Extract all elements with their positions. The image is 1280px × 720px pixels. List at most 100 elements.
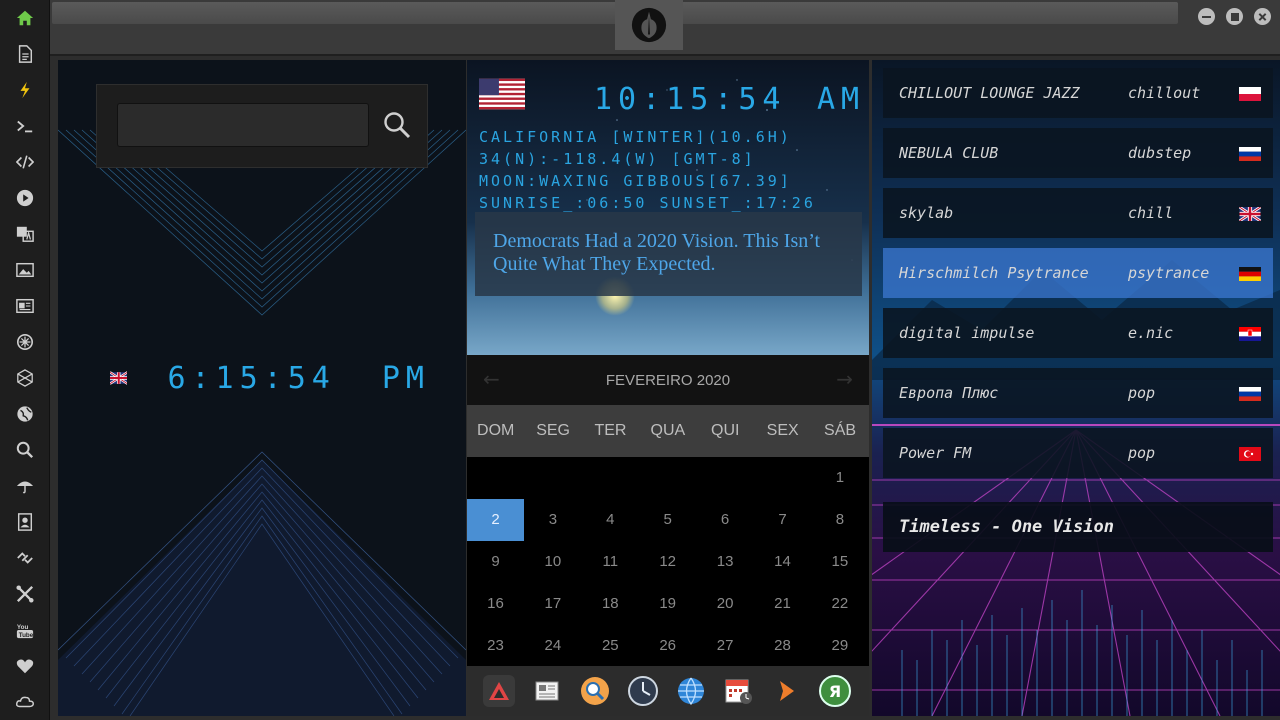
now-playing-bar[interactable]: Timeless - One Vision: [883, 502, 1273, 552]
calendar-day[interactable]: 10: [524, 541, 581, 583]
tools-icon[interactable]: [13, 582, 37, 606]
calendar-day[interactable]: 29: [811, 625, 868, 667]
uk-ampm: PM: [381, 360, 430, 396]
calendar-day[interactable]: 22: [811, 583, 868, 625]
terminal-icon[interactable]: [13, 114, 37, 138]
station-name: CHILLOUT LOUNGE JAZZ: [899, 84, 1080, 102]
coordinates-line: 34(N):-118.4(W) [GMT-8]: [479, 150, 756, 168]
document-icon[interactable]: [13, 42, 37, 66]
calendar-day[interactable]: 23: [467, 625, 524, 667]
lightning-icon[interactable]: [13, 78, 37, 102]
newspaper-icon[interactable]: [13, 294, 37, 318]
station-row[interactable]: NEBULA CLUB dubstep: [883, 128, 1273, 178]
calendar-day[interactable]: 9: [467, 541, 524, 583]
youtube-icon[interactable]: You Tube: [13, 618, 37, 642]
calendar-day[interactable]: 12: [639, 541, 696, 583]
search-app-icon[interactable]: [579, 675, 611, 707]
calendar-day[interactable]: 19: [639, 583, 696, 625]
calendar-day[interactable]: 14: [754, 541, 811, 583]
home-icon[interactable]: [13, 6, 37, 30]
triangle-app-icon[interactable]: [483, 675, 515, 707]
turkey-flag-icon: [1239, 446, 1261, 461]
weekday-label: SÁB: [824, 422, 857, 439]
calendar-day[interactable]: 20: [697, 583, 754, 625]
logo-tab[interactable]: [615, 0, 683, 50]
station-genre: psytrance: [1128, 264, 1210, 282]
calendar-header: ← FEVEREIRO 2020 →: [467, 355, 869, 405]
calendar-day[interactable]: 7: [754, 499, 811, 541]
translate-icon[interactable]: [13, 222, 37, 246]
station-row[interactable]: CHILLOUT LOUNGE JAZZ chillout: [883, 68, 1273, 118]
station-name: Hirschmilch Psytrance: [899, 264, 1089, 282]
svg-text:Tube: Tube: [19, 632, 34, 639]
calendar-day[interactable]: 16: [467, 583, 524, 625]
calendar-day[interactable]: 1: [811, 457, 868, 499]
calendar-day[interactable]: 24: [524, 625, 581, 667]
calendar-day[interactable]: 13: [697, 541, 754, 583]
calendar-app-icon[interactable]: [723, 675, 755, 707]
search-panel: [96, 84, 428, 168]
app-dock: Я: [467, 666, 869, 716]
settings-badge-icon[interactable]: [13, 330, 37, 354]
code-icon[interactable]: [13, 150, 37, 174]
calendar-day[interactable]: 8: [811, 499, 868, 541]
calendar-day[interactable]: 3: [524, 499, 581, 541]
station-name: skylab: [899, 204, 954, 222]
station-row[interactable]: skylab chill: [883, 188, 1273, 238]
calendar-day[interactable]: 25: [582, 625, 639, 667]
minimize-button[interactable]: [1198, 8, 1215, 25]
station-genre: pop: [1128, 444, 1156, 462]
calendar-day[interactable]: 28: [754, 625, 811, 667]
yandex-app-icon[interactable]: Я: [819, 675, 851, 707]
globe-app-icon[interactable]: [675, 675, 707, 707]
news-app-icon[interactable]: [531, 675, 563, 707]
prev-month-button[interactable]: ←: [483, 367, 500, 391]
globe-icon[interactable]: [13, 402, 37, 426]
hexagon-icon[interactable]: [13, 366, 37, 390]
calendar-day[interactable]: 5: [639, 499, 696, 541]
poland-flag-icon: [1239, 86, 1261, 101]
link-icon[interactable]: [13, 546, 37, 570]
us-flag-icon: [479, 78, 525, 110]
us-ampm: AM: [817, 82, 866, 117]
cloud-icon[interactable]: [13, 690, 37, 714]
umbrella-icon[interactable]: [13, 474, 37, 498]
weekday-label: TER: [594, 422, 627, 439]
station-genre: chillout: [1128, 84, 1201, 102]
search-input[interactable]: [117, 103, 369, 147]
heart-icon[interactable]: [13, 654, 37, 678]
station-genre: dubstep: [1128, 144, 1192, 162]
station-row[interactable]: Hirschmilch Psytrance psytrance: [883, 248, 1273, 298]
station-name: digital impulse: [899, 324, 1035, 342]
maximize-button[interactable]: [1226, 8, 1243, 25]
next-month-button[interactable]: →: [836, 367, 853, 391]
news-headline[interactable]: Democrats Had a 2020 Vision. This Isn’t …: [475, 212, 862, 296]
clock-app-icon[interactable]: [627, 675, 659, 707]
play-icon[interactable]: [13, 186, 37, 210]
station-row[interactable]: Power FM pop: [883, 428, 1273, 478]
contacts-icon[interactable]: [13, 510, 37, 534]
uk-flag-icon: [1238, 205, 1262, 223]
search-icon[interactable]: [13, 438, 37, 462]
calendar-day[interactable]: 27: [697, 625, 754, 667]
close-button[interactable]: [1254, 8, 1271, 25]
magnifier-icon: [384, 112, 411, 139]
calendar-day[interactable]: 15: [811, 541, 868, 583]
station-genre: chill: [1128, 204, 1174, 222]
search-button[interactable]: [379, 107, 415, 143]
calendar-day[interactable]: 6: [697, 499, 754, 541]
calendar-day[interactable]: 26: [639, 625, 696, 667]
calendar-day[interactable]: 17: [524, 583, 581, 625]
now-playing-title: Timeless - One Vision: [899, 517, 1114, 537]
calendar-day-selected[interactable]: 2: [467, 499, 524, 541]
arrow-app-icon[interactable]: [771, 675, 803, 707]
station-name: Power FM: [899, 444, 972, 462]
yandex-glyph: Я: [828, 681, 842, 701]
image-icon[interactable]: [13, 258, 37, 282]
calendar-day[interactable]: 4: [582, 499, 639, 541]
station-row[interactable]: digital impulse e.nic: [883, 308, 1273, 358]
calendar-day[interactable]: 11: [582, 541, 639, 583]
calendar-day[interactable]: 21: [754, 583, 811, 625]
calendar-day[interactable]: 18: [582, 583, 639, 625]
station-row[interactable]: Европа Плюс pop: [883, 368, 1273, 418]
